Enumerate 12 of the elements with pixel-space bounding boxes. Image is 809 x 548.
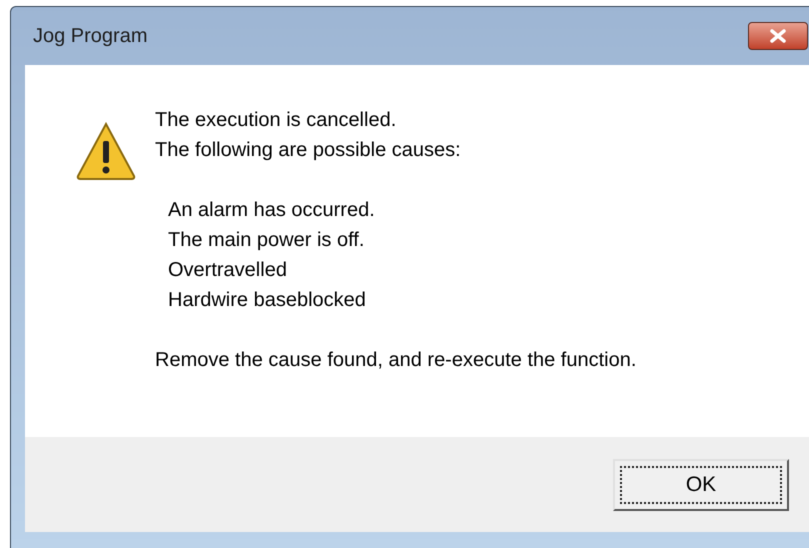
close-button[interactable] — [748, 22, 808, 50]
cause-text: Overtravelled — [168, 258, 288, 283]
cause-text: An alarm has occurred. — [168, 198, 376, 223]
cause-text: The main power is off. — [168, 228, 366, 253]
window-title: Jog Program — [33, 24, 148, 49]
message-text: The execution is cancelled. — [155, 108, 398, 133]
message-text: The following are possible causes: — [155, 138, 462, 163]
message-text: Remove the cause found, and re-execute the function. — [155, 348, 636, 373]
cause-text: Hardwire baseblocked — [168, 288, 367, 313]
warning-icon — [75, 121, 137, 181]
ok-button[interactable]: OK — [613, 458, 789, 510]
close-icon — [769, 29, 787, 43]
